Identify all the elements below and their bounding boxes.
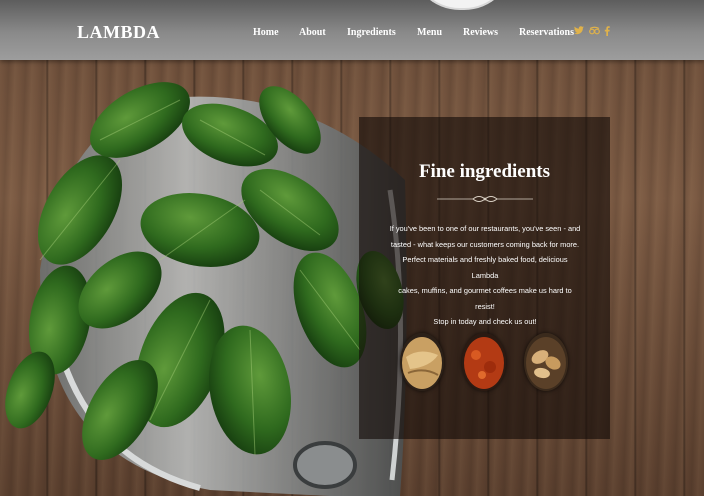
nav-reservations[interactable]: Reservations <box>519 27 574 38</box>
nav-about[interactable]: About <box>299 27 326 38</box>
nav-home[interactable]: Home <box>253 27 279 38</box>
twitter-icon[interactable] <box>574 26 584 38</box>
ginger-image[interactable] <box>400 333 444 391</box>
panel-title: Fine ingredients <box>418 161 551 182</box>
nav-menu[interactable]: Menu <box>417 27 442 38</box>
description-line: cakes, muffins, and gourmet coffees make… <box>398 286 572 311</box>
description-line: tasted - what keeps our customers coming… <box>390 239 580 249</box>
panel-description: If you've been to one of our restaurants… <box>389 221 581 330</box>
ornament-divider <box>437 196 533 202</box>
ingredients-panel: Fine ingredients If you've been to one o… <box>359 117 610 439</box>
description-line: Stop in today and check us out! <box>433 317 537 326</box>
nav-reviews[interactable]: Reviews <box>463 27 498 38</box>
site-header: LAMBDA Home About Ingredients Menu Revie… <box>0 0 704 60</box>
tripadvisor-icon[interactable] <box>589 26 600 38</box>
nuts-image[interactable] <box>524 333 568 391</box>
plate-decoration <box>410 0 514 10</box>
site-logo[interactable]: LAMBDA <box>77 22 160 43</box>
facebook-icon[interactable] <box>604 26 610 39</box>
description-line: If you've been to one of our restaurants… <box>389 224 581 233</box>
nav-ingredients[interactable]: Ingredients <box>347 27 396 38</box>
description-line: Perfect materials and freshly baked food… <box>402 255 568 280</box>
chili-powder-image[interactable] <box>462 333 506 391</box>
